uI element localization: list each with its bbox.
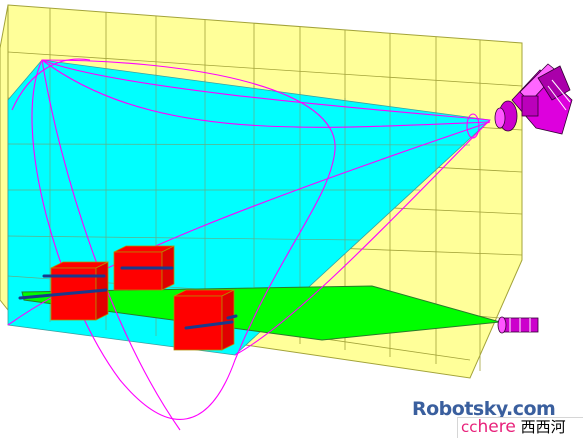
- simulation-view: Robotsky.com cchere 西西河: [0, 0, 583, 438]
- light-sensor-icon: [497, 316, 539, 334]
- watermark-cn: 西西河: [520, 418, 566, 436]
- watermark-here: here: [477, 417, 516, 437]
- watermark-cc: cc: [461, 418, 478, 436]
- side-wall: [0, 4, 9, 312]
- block-front: [173, 289, 235, 351]
- watermark-strip: cchere 西西河: [457, 417, 583, 438]
- 3d-sensor-scene: [0, 4, 573, 431]
